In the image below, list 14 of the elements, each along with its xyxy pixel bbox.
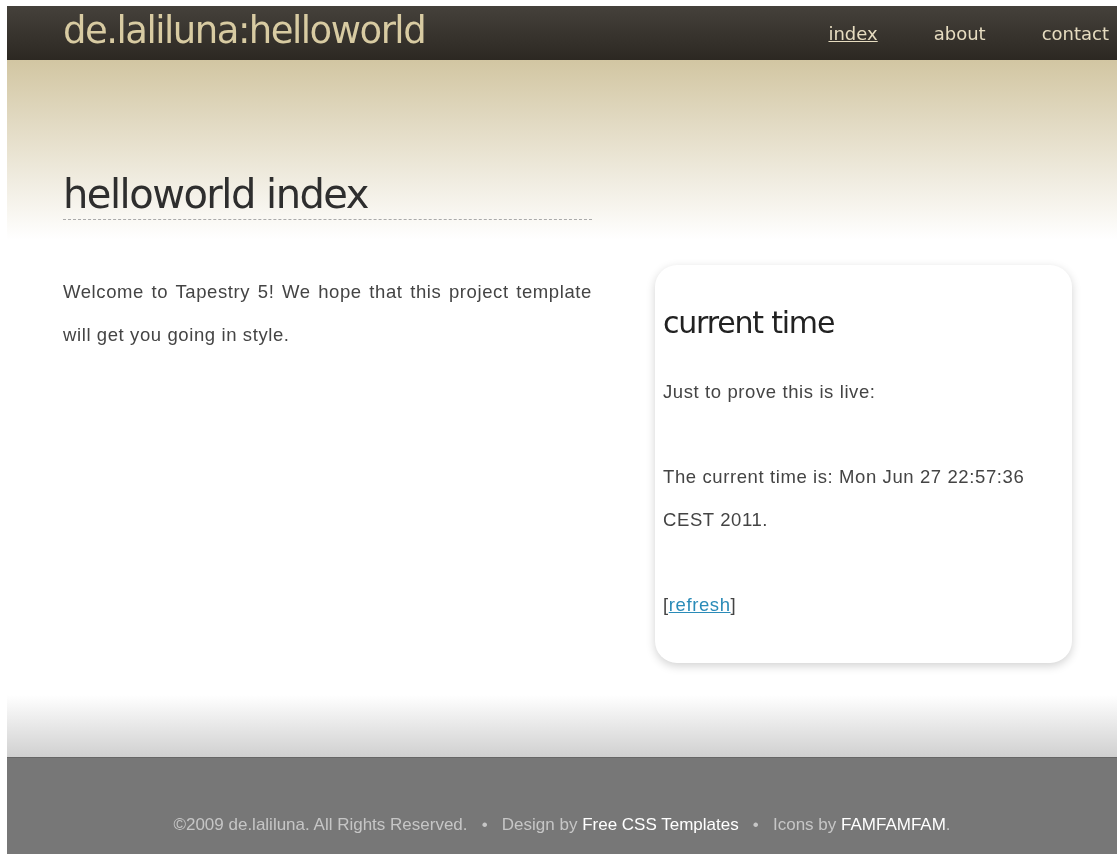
nav-link[interactable]: contact <box>1041 22 1109 44</box>
footer-text: ©2009 de.laliluna. All Rights Reserved. • Design by Free CSS Templates • Icons by FAMFAMFAM. <box>173 815 951 835</box>
link[interactable]: Free CSS Templates <box>582 815 739 834</box>
intro-paragraph: Welcome to Tapestry 5! We hope that this project template will get you going in style. <box>63 280 592 347</box>
site-logo[interactable]: de.laliluna:helloworld <box>63 8 426 52</box>
link[interactable]: FAMFAMFAM <box>841 815 946 834</box>
sidebar-paragraph: The current time is: Mon Jun 27 22:57:36 CEST 2011. <box>663 465 1026 532</box>
nav-link[interactable]: about <box>933 22 986 44</box>
nav-link[interactable]: index <box>828 22 878 44</box>
sidebar-paragraph: Just to prove this is live: <box>663 380 877 404</box>
sidebar-title: current time <box>663 305 836 340</box>
refresh-line: [refresh] <box>663 593 738 617</box>
link[interactable]: refresh <box>668 594 731 615</box>
page-title: helloworld index <box>63 171 592 220</box>
